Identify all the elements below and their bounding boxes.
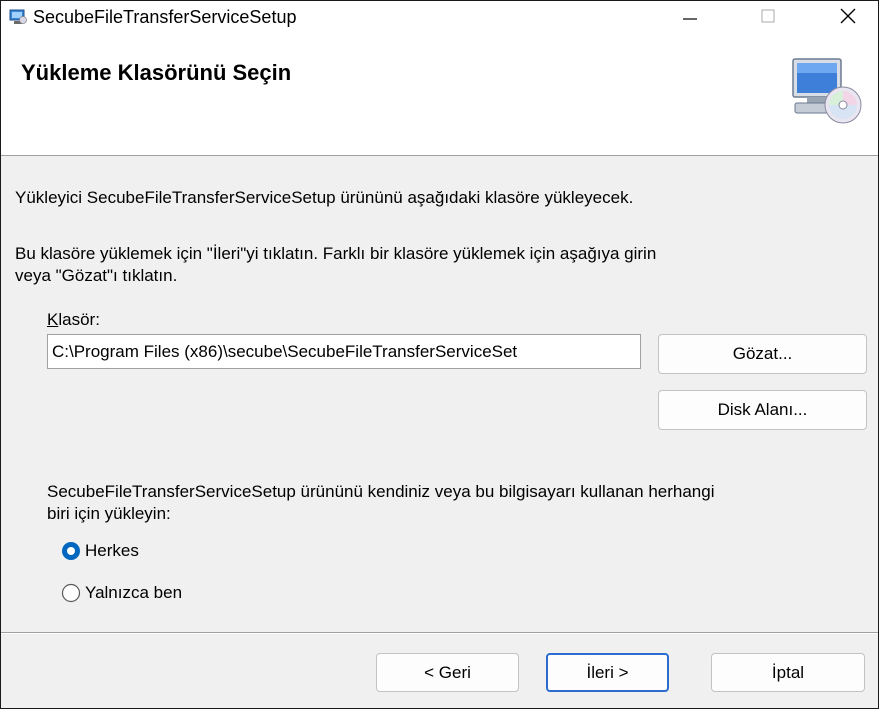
close-button[interactable] bbox=[819, 1, 877, 31]
cancel-button[interactable]: İptal bbox=[711, 653, 865, 692]
radio-everyone[interactable]: Herkes bbox=[61, 540, 139, 562]
maximize-button[interactable] bbox=[739, 1, 797, 31]
radio-unselected-icon[interactable] bbox=[61, 583, 81, 603]
minimize-icon bbox=[683, 18, 697, 20]
instruction-text: Bu klasöre yüklemek için "İleri"yi tıkla… bbox=[15, 243, 855, 287]
radio-just-me[interactable]: Yalnızca ben bbox=[61, 582, 182, 604]
radio-just-me-label: Yalnızca ben bbox=[85, 583, 183, 602]
intro-text: Yükleyici SecubeFileTransferServiceSetup… bbox=[15, 188, 634, 207]
maximize-icon bbox=[761, 9, 775, 23]
instruction-line-2: veya "Gözat"ı tıklatın. bbox=[15, 266, 178, 285]
window-title: SecubeFileTransferServiceSetup bbox=[33, 7, 297, 27]
installer-app-icon bbox=[9, 9, 27, 24]
close-icon bbox=[840, 8, 856, 24]
back-button[interactable]: < Geri bbox=[376, 653, 519, 692]
footer-divider bbox=[1, 632, 878, 634]
folder-label-text: lasör: bbox=[58, 310, 100, 329]
radio-selected-icon[interactable] bbox=[61, 541, 81, 561]
header-banner: Yükleme Klasörünü Seçin bbox=[1, 33, 878, 156]
install-for-text: SecubeFileTransferServiceSetup ürününü k… bbox=[47, 481, 847, 525]
next-button[interactable]: İleri > bbox=[546, 653, 669, 692]
browse-button[interactable]: Gözat... bbox=[658, 334, 867, 374]
computer-cd-icon bbox=[792, 58, 862, 124]
folder-path-input[interactable]: C:\Program Files (x86)\secube\SecubeFile… bbox=[47, 334, 641, 369]
minimize-button[interactable] bbox=[661, 1, 719, 31]
page-title: Yükleme Klasörünü Seçin bbox=[21, 60, 292, 85]
setup-window: SecubeFileTransferServiceSetup Yükleme K… bbox=[0, 0, 879, 709]
folder-label-accesskey: K bbox=[47, 310, 59, 329]
install-for-line-1: SecubeFileTransferServiceSetup ürününü k… bbox=[47, 482, 715, 501]
disk-space-button[interactable]: Disk Alanı... bbox=[658, 390, 867, 430]
folder-label: Klasör: bbox=[47, 309, 100, 331]
title-bar[interactable]: SecubeFileTransferServiceSetup bbox=[1, 1, 878, 33]
instruction-line-1: Bu klasöre yüklemek için "İleri"yi tıkla… bbox=[15, 244, 657, 263]
install-for-line-2: biri için yükleyin: bbox=[47, 504, 171, 523]
radio-everyone-label: Herkes bbox=[85, 541, 139, 560]
